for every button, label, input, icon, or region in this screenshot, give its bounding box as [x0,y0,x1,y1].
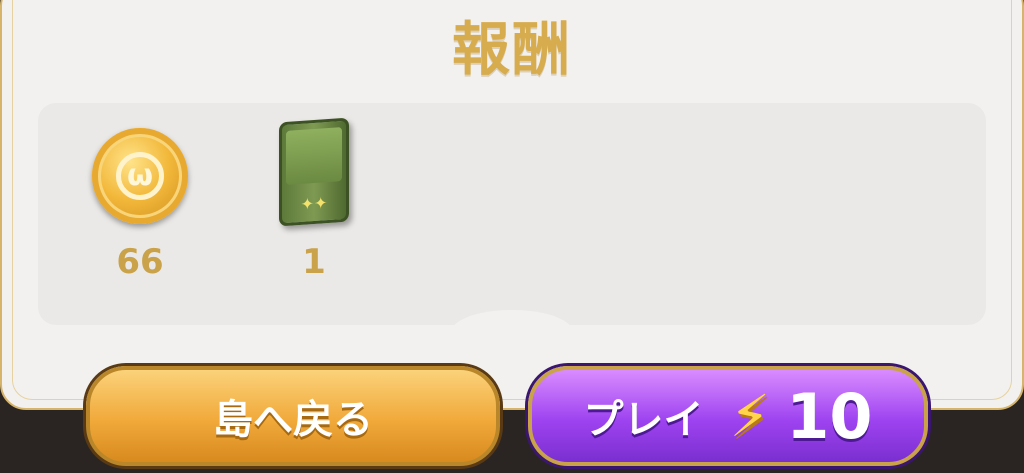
back-to-island-button[interactable]: 島へ戻る [86,366,500,466]
gold-coin-icon: ω [92,128,188,224]
dialog-title: 報酬 [451,15,572,83]
reward-coin: ω 66 [88,128,192,282]
reward-card-case: ✦✦ 1 [262,117,366,282]
back-button-label: 島へ戻る [213,397,373,443]
play-button-label: プレイ [583,397,704,443]
reward-quantity: 66 [116,242,164,282]
case-flap [286,127,342,185]
energy-cost: 10 [786,379,873,453]
reward-quantity: 1 [302,242,326,282]
green-card-case-icon: ✦✦ [279,117,349,227]
lightning-bolt-icon: ⚡ [729,382,771,450]
sparkle-icon: ✦✦ [300,193,328,214]
play-button[interactable]: プレイ ⚡ 10 [528,366,928,466]
coin-emblem: ω [126,158,154,193]
